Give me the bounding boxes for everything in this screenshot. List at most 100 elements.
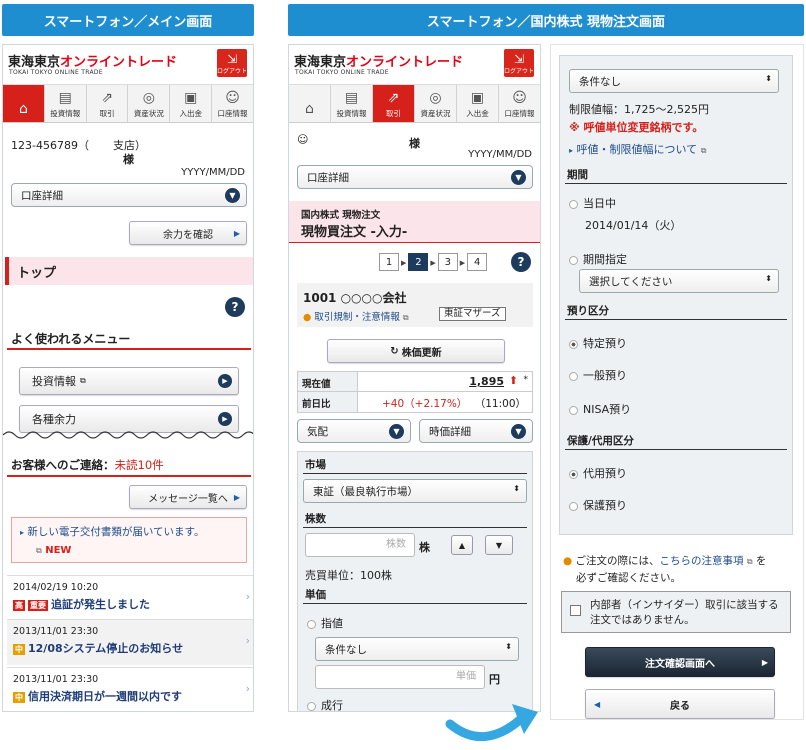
- refresh-icon: ↻: [390, 345, 399, 357]
- price-table: 現在値 前日比 1,895 ⬆ * +40（+2.17%） （11:00）: [297, 371, 533, 413]
- updown-icon: ⬍: [765, 74, 772, 83]
- notice-item-2[interactable]: 2013/11/01 23:30 中信用決済期日が一週間以内です ›: [7, 667, 253, 711]
- price-time: （11:00）: [474, 398, 526, 410]
- help-icon[interactable]: ?: [225, 297, 245, 317]
- brand-logo: 東海東京オンライントレード: [8, 55, 178, 70]
- limit-radio[interactable]: 指値: [307, 615, 343, 631]
- deposit-specific-radio[interactable]: 特定預り: [569, 335, 627, 351]
- header-right: スマートフォン／国内株式 現物注文画面: [288, 4, 804, 36]
- nav-home[interactable]: ⌂: [3, 85, 45, 122]
- period-label: 期間: [567, 169, 588, 181]
- logout-button[interactable]: ⇲ ログアウト: [504, 49, 534, 77]
- back-button[interactable]: ◀ 戻る: [585, 689, 775, 719]
- quote-select[interactable]: 気配 ▼: [297, 419, 411, 443]
- chevron-right-icon: ›: [245, 682, 250, 695]
- chart-icon: ▤: [344, 90, 359, 106]
- account-select[interactable]: 口座詳細 ▼: [11, 183, 247, 207]
- market-order-radio[interactable]: 成行: [307, 697, 343, 711]
- brand-logo: 東海東京オンライントレード: [294, 55, 464, 70]
- price-input[interactable]: 単価: [315, 665, 485, 689]
- qty-down-button[interactable]: ▼: [485, 535, 513, 555]
- nav-assets[interactable]: ◎ 資産状況: [128, 85, 171, 122]
- qty-label: 株数: [305, 513, 326, 525]
- qty-unit: 株: [419, 541, 430, 554]
- nav-bar: ⌂ ▤ 投資情報 ⇗ 取引 ◎ 資産状況 ▣ 入出金 ☺ 口座情報: [289, 85, 540, 123]
- qty-up-button[interactable]: ▲: [451, 535, 473, 555]
- new-doc-box[interactable]: ▸ 新しい電子交付書類が届いています。 ⧉ NEW: [11, 517, 247, 563]
- chevron-down-icon: ▼: [511, 424, 526, 439]
- menu-item-invest[interactable]: 投資情報 ⧉ ▶: [19, 367, 239, 395]
- stock-name: 1001 ○○○○会社: [303, 291, 407, 305]
- market-line: [303, 473, 527, 474]
- updown-icon: ⬍: [765, 274, 772, 283]
- chevron-down-icon: ▼: [389, 424, 404, 439]
- nav-account[interactable]: ☺ 口座情報: [499, 85, 540, 122]
- check-balance-button[interactable]: 余力を確認 ▶: [129, 221, 247, 245]
- nav-assets[interactable]: ◎ 資産状況: [415, 85, 457, 122]
- account-select[interactable]: 口座詳細 ▼: [297, 165, 533, 189]
- coins-icon: ◎: [142, 90, 155, 106]
- order-screen-continued: 条件なし ⬍ 制限値幅：1,725～2,525円 ※ 呼値単位変更銘柄です。 ▸ …: [550, 44, 804, 720]
- external-link-icon: ⧉: [80, 376, 86, 385]
- period-select[interactable]: 選択してください ⬍: [579, 269, 779, 293]
- restriction-link[interactable]: ● 取引規制・注意情報 ⧉: [303, 309, 409, 323]
- qty-input[interactable]: 株数: [305, 533, 415, 557]
- external-link-icon: ⧉: [36, 546, 42, 555]
- market-select[interactable]: 東証（最良執行市場） ⬍: [303, 479, 527, 503]
- chevron-down-icon: ▼: [511, 170, 526, 185]
- unread-count: 未読10件: [114, 458, 164, 472]
- step-indicator: 1 ▶ 2 ▶ 3 ▶ 4: [379, 253, 489, 271]
- notice-item-0[interactable]: 2014/02/19 10:20 高重要 追証が発生しました ›: [7, 575, 253, 617]
- nav-invest[interactable]: ▤ 投資情報: [45, 85, 87, 122]
- condition-select[interactable]: 条件なし ⬍: [315, 637, 519, 661]
- nav-trade[interactable]: ⇗ 取引: [87, 85, 129, 122]
- logout-icon: ⇲: [513, 52, 525, 66]
- collateral-protect-radio[interactable]: 保護預り: [569, 497, 627, 513]
- nav-inout[interactable]: ▣ 入出金: [170, 85, 213, 122]
- header-left: スマートフォン／メイン画面: [2, 4, 254, 36]
- caution-link[interactable]: こちらの注意事項: [660, 555, 744, 567]
- nav-trade[interactable]: ⇗ 取引: [373, 85, 415, 122]
- tick-link[interactable]: ▸ 呼値・制限値幅について ⧉: [569, 141, 706, 157]
- price-line: [303, 603, 527, 604]
- chevron-right-icon: ▸: [20, 528, 25, 537]
- chevron-right-icon: ▶: [218, 374, 232, 388]
- user-icon: ☺: [225, 90, 240, 106]
- deposit-nisa-radio[interactable]: NISA預り: [569, 401, 631, 417]
- warning-icon: ●: [303, 312, 312, 323]
- wave-divider: [3, 431, 253, 447]
- price-section-label: 単価: [305, 589, 326, 601]
- message-list-button[interactable]: メッセージ一覧へ ▶: [129, 485, 247, 509]
- chevron-right-icon: ▶: [233, 228, 240, 238]
- collateral-substitute-radio[interactable]: 代用預り: [569, 465, 627, 481]
- home-icon: ⌂: [18, 101, 28, 117]
- nav-inout[interactable]: ▣ 入出金: [457, 85, 499, 122]
- caution-text: ● ご注文の際には、こちらの注意事項 ⧉ を 必ずご確認ください。: [563, 555, 767, 584]
- user-icon: ☺: [512, 90, 527, 106]
- nav-invest[interactable]: ▤ 投資情報: [331, 85, 373, 122]
- contact-underline: [7, 475, 251, 477]
- customer-name: 様: [409, 137, 420, 150]
- time-detail-select[interactable]: 時価詳細 ▼: [419, 419, 533, 443]
- collateral-label: 保護/代用区分: [567, 435, 634, 447]
- market-badge: 東証マザーズ: [439, 307, 506, 321]
- help-icon[interactable]: ?: [511, 252, 531, 272]
- deposit-general-radio[interactable]: 一般預り: [569, 367, 627, 383]
- chevron-right-icon: ▶: [218, 412, 232, 426]
- nav-home[interactable]: ⌂: [289, 85, 331, 122]
- confirm-order-button[interactable]: 注文確認画面へ ▶: [585, 647, 775, 677]
- today-radio[interactable]: 当日中: [569, 195, 616, 211]
- logout-button[interactable]: ⇲ ログアウト: [217, 49, 247, 77]
- chart-icon: ▤: [58, 90, 72, 106]
- insider-check-box[interactable]: 内部者（インサイダー）取引に該当する注文ではありません。: [561, 591, 791, 633]
- current-price: 1,895: [469, 375, 504, 388]
- period-specify-radio[interactable]: 期間指定: [569, 251, 627, 267]
- refresh-price-button[interactable]: ↻ 株価更新: [327, 339, 505, 363]
- notice-item-1[interactable]: 2013/11/01 23:30 中 12/08システム停止のお知らせ ›: [7, 619, 253, 665]
- condition-select[interactable]: 条件なし ⬍: [569, 69, 779, 93]
- nav-account[interactable]: ☺ 口座情報: [212, 85, 253, 122]
- insider-checkbox[interactable]: [570, 605, 581, 616]
- chevron-right-icon: ›: [245, 590, 250, 603]
- tick-warning: ※ 呼値単位変更銘柄です。: [569, 121, 704, 134]
- external-link-icon: ⧉: [700, 146, 707, 155]
